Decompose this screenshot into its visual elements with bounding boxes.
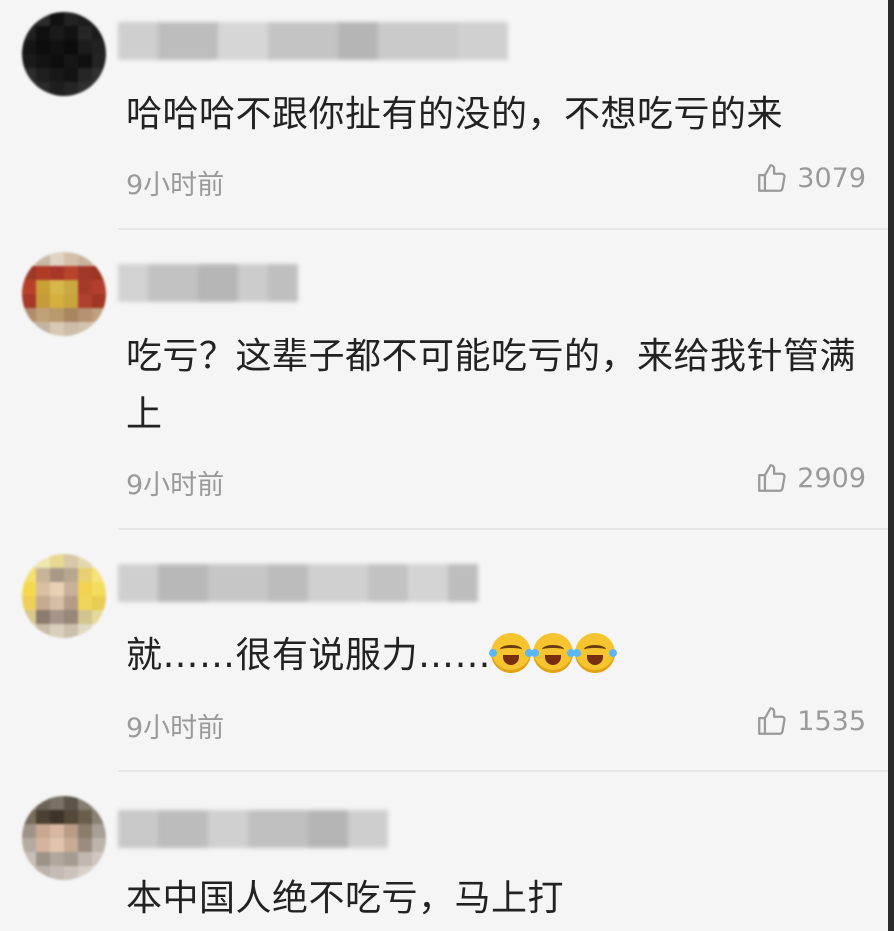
thumbs-up-icon (758, 164, 786, 192)
username-blurred[interactable] (118, 810, 388, 848)
divider (118, 528, 888, 530)
comment-text-body: 就……很有说服力…… (126, 635, 492, 676)
like-button[interactable]: 1535 (755, 704, 866, 738)
username-blurred[interactable] (118, 264, 298, 302)
comment-time: 9小时前 (126, 170, 225, 201)
thumbs-up-icon (758, 464, 786, 492)
comment-time: 9小时前 (126, 470, 225, 501)
username-blurred[interactable] (118, 22, 508, 60)
like-count: 3079 (797, 162, 866, 194)
comment-list: 哈哈哈不跟你扯有的没的，不想吃亏的来 9小时前 3079 吃亏？这辈子都不可能吃… (0, 0, 894, 931)
laugh-cry-emoji (489, 633, 534, 673)
laugh-cry-emoji (531, 633, 576, 673)
avatar[interactable] (22, 12, 106, 96)
comment-text: 吃亏？这辈子都不可能吃亏的，来给我针管满上 (126, 336, 857, 435)
like-button[interactable]: 2909 (755, 461, 866, 495)
comment-time: 9小时前 (126, 713, 225, 744)
like-count: 1535 (797, 705, 866, 737)
laugh-cry-emoji (573, 633, 618, 673)
like-button[interactable]: 3079 (755, 161, 866, 195)
avatar[interactable] (22, 252, 106, 336)
comment-text: 哈哈哈不跟你扯有的没的，不想吃亏的来 (126, 94, 784, 135)
comment-text: 就……很有说服力…… (126, 627, 866, 685)
comment-text: 本中国人绝不吃亏，马上打 (126, 878, 565, 919)
username-blurred[interactable] (118, 564, 478, 602)
divider (118, 228, 888, 230)
avatar[interactable] (22, 554, 106, 638)
divider (118, 770, 888, 772)
thumbs-up-icon (758, 707, 786, 735)
avatar[interactable] (22, 796, 106, 880)
like-count: 2909 (797, 462, 866, 494)
